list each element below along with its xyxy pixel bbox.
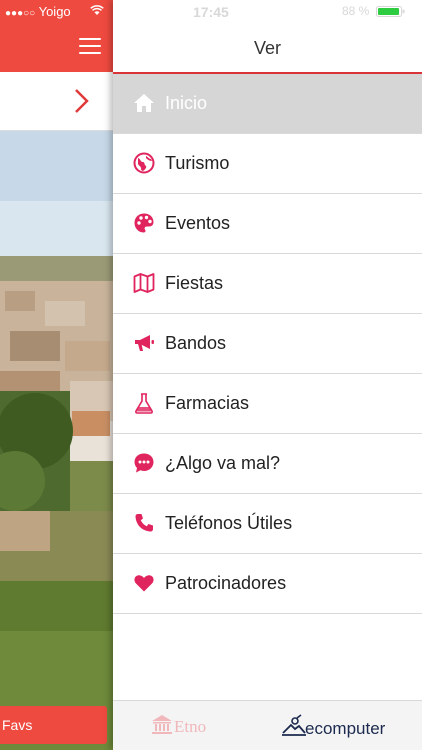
navigation-drawer: Ver Inicio Turismo Eventos Fiestas Bando… xyxy=(113,0,422,750)
background-list-row[interactable] xyxy=(0,72,113,131)
etno-building-icon xyxy=(152,715,172,734)
heart-icon xyxy=(134,575,154,592)
etno-logo-text: Etno xyxy=(174,717,207,736)
menu-item-label: ¿Algo va mal? xyxy=(165,453,281,473)
menu-item-label: Teléfonos Útiles xyxy=(165,513,293,533)
globe-icon xyxy=(133,152,155,174)
megaphone-icon xyxy=(135,335,154,351)
drawer-title: Ver xyxy=(253,38,282,58)
village-photo xyxy=(0,131,113,750)
menu-item-label: Eventos xyxy=(165,213,231,233)
menu-item-label: Bandos xyxy=(165,333,227,353)
menu-item-label: Fiestas xyxy=(165,273,224,293)
carrier-name: Yoigo xyxy=(38,4,71,19)
drawer-footer: Etno ecomputer xyxy=(113,701,422,750)
status-bar-left: ●●●○○ Yoigo xyxy=(0,0,113,22)
menu-item-bandos[interactable]: Bandos xyxy=(113,314,422,374)
favs-button[interactable]: Favs xyxy=(0,706,107,744)
signal-strength: ●●●○○ xyxy=(5,8,36,19)
menu-item-label: Turismo xyxy=(165,153,230,173)
chat-bubble-icon xyxy=(134,453,154,473)
menu-item-farmacias[interactable]: Farmacias xyxy=(113,374,422,434)
ecomputer-mascot-icon xyxy=(282,714,306,736)
menu-item-label: Inicio xyxy=(165,93,208,113)
menu-item-telefonos-utiles[interactable]: Teléfonos Útiles xyxy=(113,494,422,554)
flask-icon xyxy=(135,393,153,414)
battery-percentage: 88 % xyxy=(342,4,370,18)
menu-item-eventos[interactable]: Eventos xyxy=(113,194,422,254)
hamburger-menu-icon[interactable] xyxy=(79,38,101,54)
phone-icon xyxy=(135,514,153,532)
palette-icon xyxy=(134,213,154,233)
menu-item-label: Farmacias xyxy=(165,393,250,413)
menu-item-inicio[interactable]: Inicio xyxy=(113,74,422,134)
ecomputer-logo-text: ecomputer xyxy=(305,719,386,738)
battery-icon xyxy=(376,6,405,17)
menu-item-algo-va-mal[interactable]: ¿Algo va mal? xyxy=(113,434,422,494)
map-icon xyxy=(133,273,155,293)
status-time: 17:45 xyxy=(193,4,229,20)
menu-item-label: Patrocinadores xyxy=(165,573,287,593)
home-icon xyxy=(134,94,154,112)
menu-item-turismo[interactable]: Turismo xyxy=(113,134,422,194)
chevron-right-icon xyxy=(75,89,89,113)
menu-item-fiestas[interactable]: Fiestas xyxy=(113,254,422,314)
favs-label: Favs xyxy=(2,717,33,733)
drawer-menu: Inicio Turismo Eventos Fiestas Bandos Fa… xyxy=(113,74,422,614)
wifi-icon xyxy=(90,5,104,15)
menu-item-patrocinadores[interactable]: Patrocinadores xyxy=(113,554,422,614)
background-app: Favs xyxy=(0,0,113,750)
